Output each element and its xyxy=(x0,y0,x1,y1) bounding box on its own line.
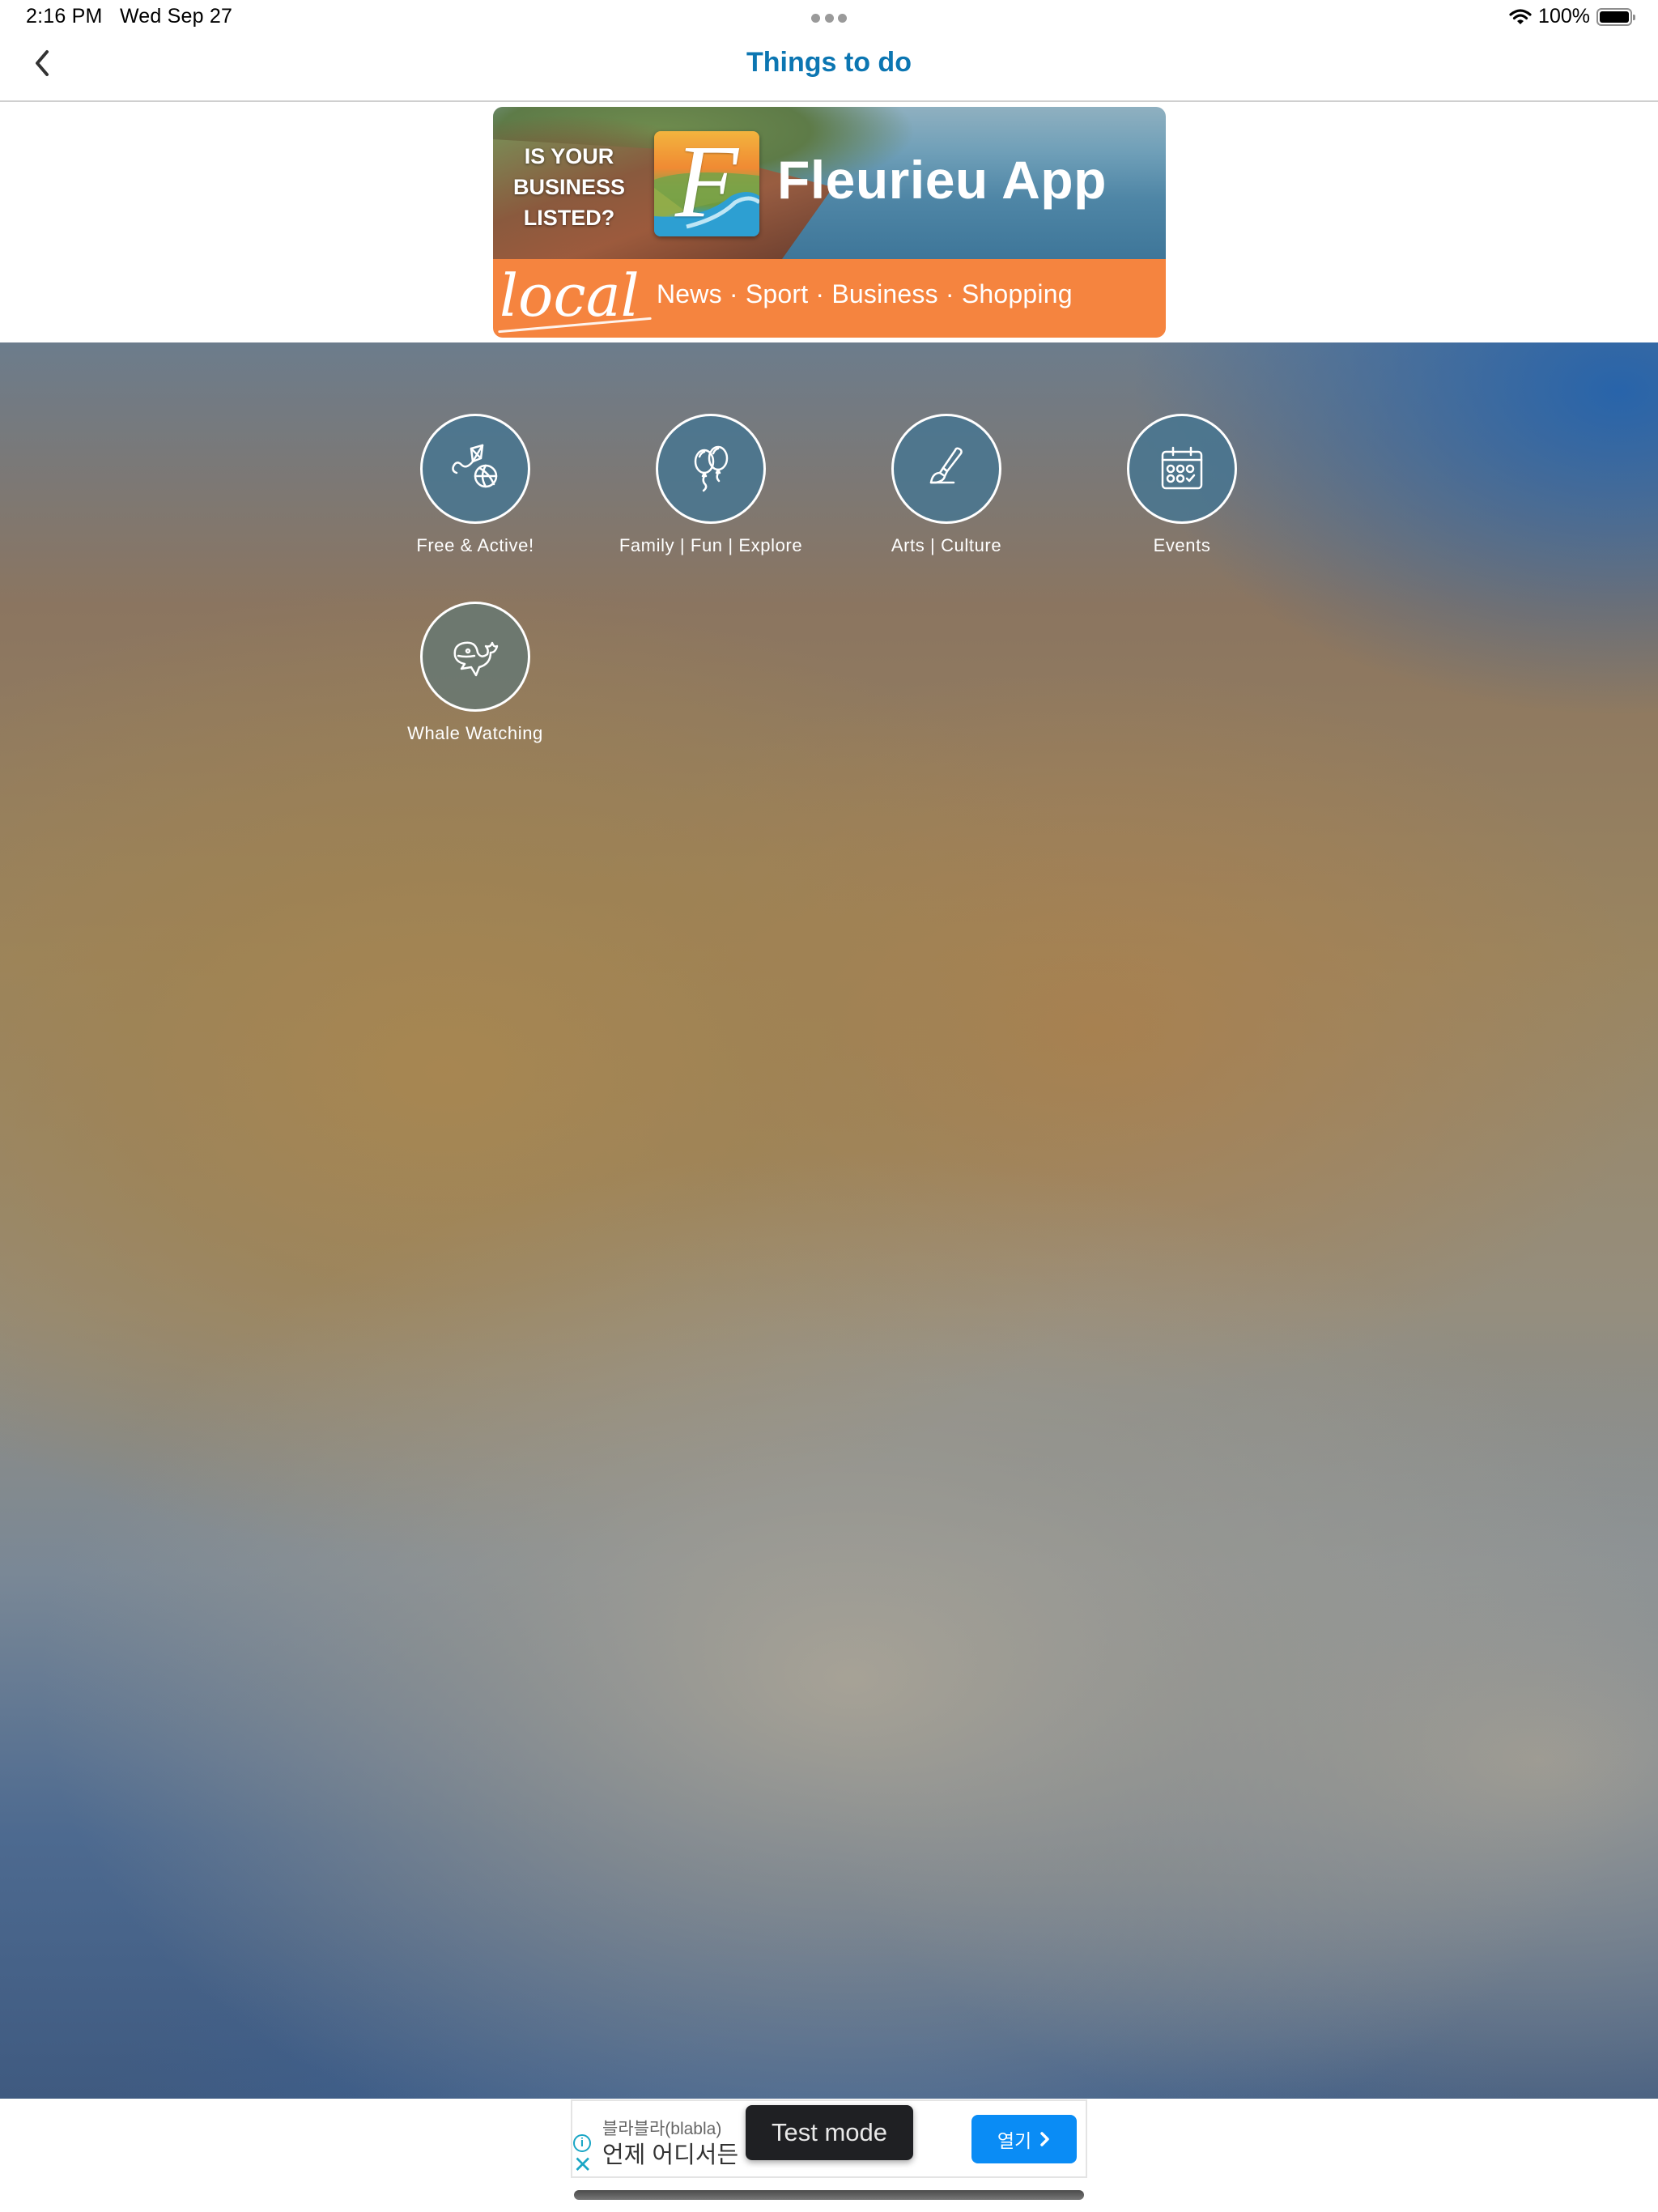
page-title: Things to do xyxy=(746,47,912,78)
paintbrush-icon xyxy=(929,447,963,484)
logo-letter: F xyxy=(674,131,739,236)
category-button[interactable] xyxy=(420,414,530,524)
category-button[interactable] xyxy=(656,414,766,524)
category-button[interactable] xyxy=(420,602,530,712)
banner-question-line: BUSINESS xyxy=(512,175,626,199)
kite-ball-icon xyxy=(452,444,498,488)
category-family-fun-explore[interactable]: Family | Fun | Explore xyxy=(606,414,816,556)
banner-tagline: News · Sport · Business · Shopping xyxy=(657,279,1073,308)
status-time: 2:16 PM Wed Sep 27 xyxy=(26,5,232,28)
fleurieu-logo-icon: F xyxy=(654,131,759,236)
category-button[interactable] xyxy=(891,414,1001,524)
test-mode-badge: Test mode xyxy=(746,2105,913,2160)
category-label: Free & Active! xyxy=(416,535,534,555)
status-clock: 2:16 PM xyxy=(26,5,103,28)
status-date: Wed Sep 27 xyxy=(119,5,233,28)
wifi-icon xyxy=(1509,8,1532,24)
whale-icon xyxy=(453,641,499,677)
ad-headline: 언제 어디서든 앙 xyxy=(602,2142,748,2168)
banner-app-name: Fleurieu App xyxy=(777,150,1107,210)
home-indicator[interactable] xyxy=(574,2190,1084,2200)
banner-question: IS YOUR BUSINESS LISTED? xyxy=(512,141,626,233)
fleurieu-app-banner[interactable]: IS YOUR BUSINESS LISTED? F Fleurieu App … xyxy=(493,107,1166,338)
chevron-right-icon xyxy=(1040,2132,1049,2146)
blurred-background xyxy=(0,342,1658,2099)
category-label: Events xyxy=(1153,535,1211,555)
battery-icon xyxy=(1596,7,1635,26)
banner-question-line: IS YOUR xyxy=(524,144,614,168)
category-arts-culture[interactable]: Arts | Culture xyxy=(841,414,1052,556)
info-icon[interactable]: i xyxy=(573,2134,591,2152)
close-icon[interactable]: ✕ xyxy=(573,2154,592,2176)
ad-open-label: 열기 xyxy=(997,2130,1032,2151)
calendar-icon xyxy=(1161,446,1203,490)
multitasking-dots-icon[interactable] xyxy=(811,14,847,23)
category-events[interactable]: Events xyxy=(1077,414,1287,556)
nav-divider xyxy=(0,100,1658,102)
banner-question-line: LISTED? xyxy=(523,206,615,230)
category-label: Arts | Culture xyxy=(891,535,1002,555)
balloons-icon xyxy=(694,445,729,492)
category-label: Family | Fun | Explore xyxy=(619,535,803,555)
category-label: Whale Watching xyxy=(407,723,543,743)
status-indicators: 100% xyxy=(1509,5,1635,28)
category-button[interactable] xyxy=(1127,414,1237,524)
battery-percent: 100% xyxy=(1538,5,1590,28)
category-free-active[interactable]: Free & Active! xyxy=(370,414,580,556)
category-whale-watching[interactable]: Whale Watching xyxy=(370,602,580,744)
ad-open-button[interactable]: 열기 xyxy=(971,2115,1077,2163)
